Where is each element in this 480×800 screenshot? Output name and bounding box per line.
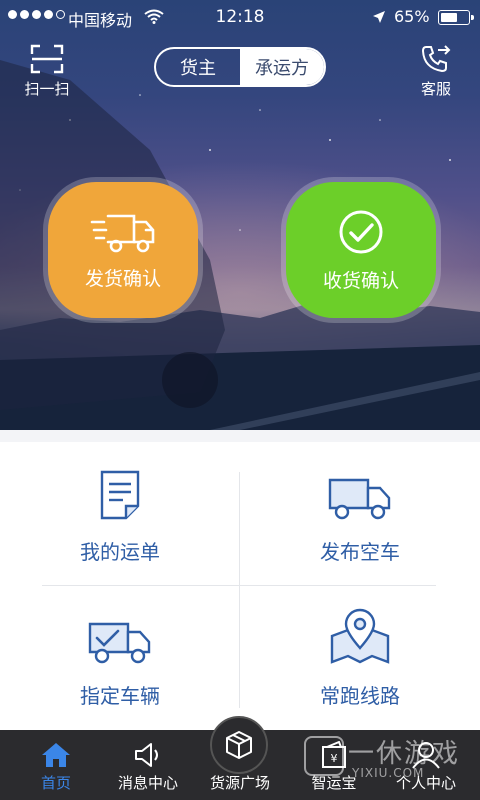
- cube-icon: [226, 731, 252, 759]
- svg-text:¥: ¥: [331, 752, 338, 765]
- tab-label: 智运宝: [311, 774, 357, 792]
- grid-item-publish-empty-truck[interactable]: 发布空车: [240, 442, 480, 586]
- person-icon: [412, 742, 440, 769]
- role-option-shipper[interactable]: 货主: [156, 49, 240, 85]
- battery-icon: [438, 10, 474, 25]
- wallet-icon: ¥: [322, 741, 346, 768]
- tab-label: 首页: [40, 774, 71, 792]
- tab-label: 个人中心: [395, 774, 456, 792]
- battery-percent: 65%: [394, 7, 430, 26]
- tab-label: 货源广场: [209, 774, 270, 792]
- role-option-carrier[interactable]: 承运方: [240, 49, 324, 85]
- customer-service-button[interactable]: 客服: [408, 44, 464, 99]
- grid-item-label: 发布空车: [320, 540, 400, 564]
- receive-confirm-label: 收货确认: [322, 269, 399, 292]
- ship-confirm-label: 发货确认: [84, 267, 161, 290]
- map-location-icon: [330, 608, 390, 664]
- grid-item-label: 常跑线路: [320, 684, 400, 708]
- feature-grid: 我的运单 发布空车 指定车辆 常跑线路: [0, 442, 480, 730]
- cargo-square-bubble[interactable]: [210, 716, 268, 774]
- grid-item-label: 指定车辆: [80, 684, 160, 708]
- service-label: 客服: [420, 80, 451, 98]
- grid-item-my-waybills[interactable]: 我的运单: [0, 442, 240, 586]
- receive-confirm-button[interactable]: 收货确认: [286, 182, 436, 318]
- grid-item-regular-routes[interactable]: 常跑线路: [240, 586, 480, 730]
- role-toggle[interactable]: 货主 承运方: [154, 47, 326, 87]
- tab-profile[interactable]: 个人中心: [378, 730, 474, 800]
- tab-messages[interactable]: 消息中心: [100, 730, 196, 800]
- grid-item-label: 我的运单: [80, 540, 160, 564]
- grid-item-assign-vehicle[interactable]: 指定车辆: [0, 586, 240, 730]
- status-bar: 中国移动 12:18 65%: [0, 0, 480, 34]
- checked-truck-icon: [88, 622, 151, 664]
- check-circle-icon: [339, 210, 383, 253]
- scan-icon: [30, 44, 64, 74]
- ship-confirm-button[interactable]: 发货确认: [48, 182, 198, 318]
- empty-truck-icon: [328, 478, 391, 520]
- hero-banner: 中国移动 12:18 65% 扫一扫 货主 承运方 客服 发货确认 收货确认: [0, 0, 480, 430]
- tab-label: 消息中心: [117, 774, 178, 792]
- document-icon: [100, 470, 140, 520]
- delivery-truck-icon: [90, 214, 155, 252]
- scan-label: 扫一扫: [24, 80, 70, 98]
- location-arrow-icon: [373, 11, 385, 23]
- speaker-icon: [135, 743, 158, 767]
- tab-smart-wallet[interactable]: ¥ 智运宝: [286, 730, 382, 800]
- phone-transfer-icon: [421, 45, 451, 73]
- home-icon: [42, 743, 70, 767]
- scan-button[interactable]: 扫一扫: [18, 44, 76, 99]
- tab-home[interactable]: 首页: [8, 730, 104, 800]
